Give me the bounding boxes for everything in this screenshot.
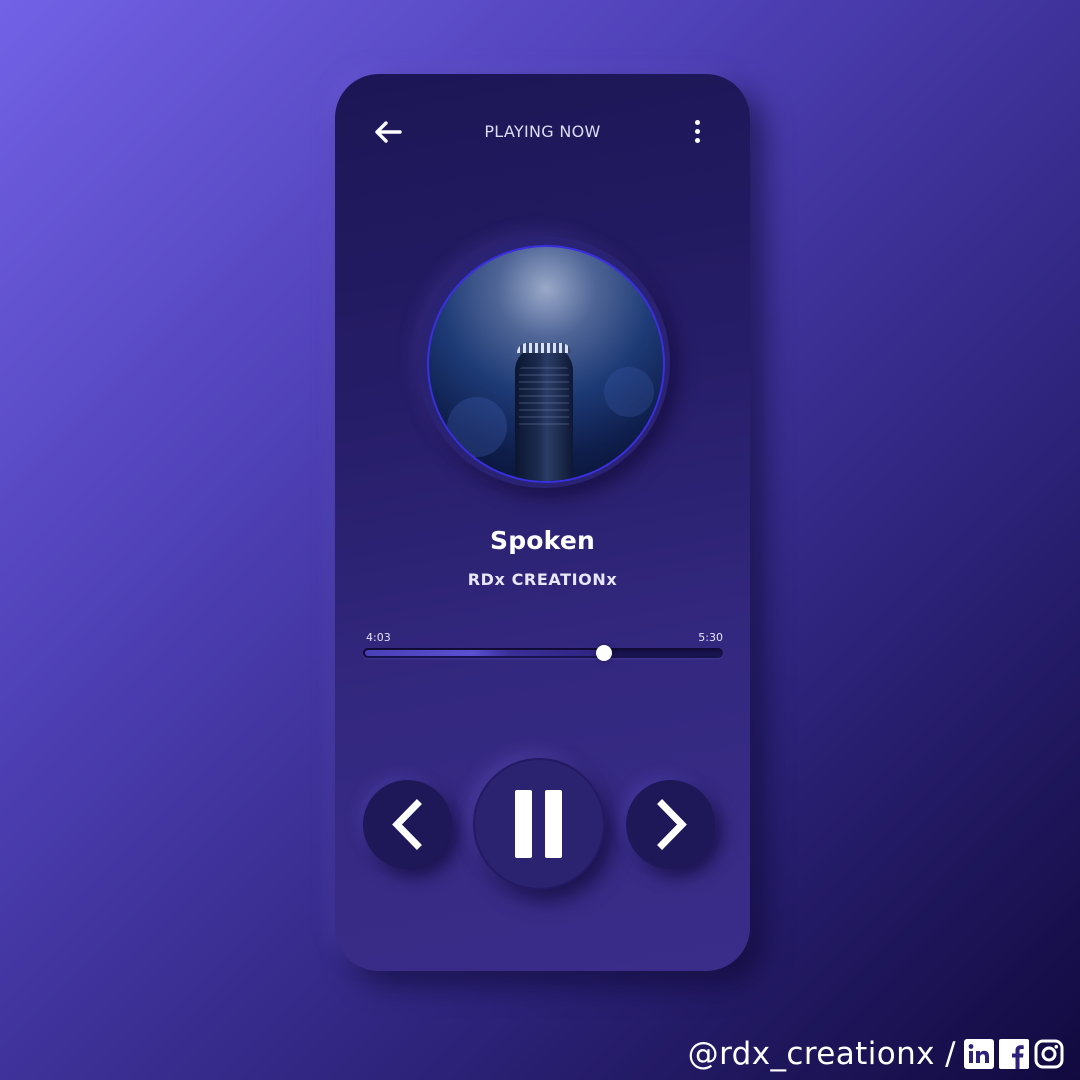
previous-button[interactable] [363, 780, 452, 869]
progress-fill [365, 650, 604, 656]
facebook-icon[interactable] [999, 1039, 1029, 1069]
song-title: Spoken [490, 526, 595, 555]
chevron-right-icon [657, 799, 687, 850]
current-time: 4:03 [366, 631, 391, 644]
next-button[interactable] [626, 780, 715, 869]
progress-thumb[interactable] [596, 645, 612, 661]
album-art [427, 245, 665, 483]
instagram-icon[interactable] [1034, 1039, 1064, 1069]
linkedin-icon[interactable] [964, 1039, 994, 1069]
page-title: PLAYING NOW [484, 122, 601, 141]
player-screen: PLAYING NOW Spoken RDx CREATIONx 4:03 5:… [335, 74, 750, 971]
chevron-left-icon [392, 799, 422, 850]
creator-credit: @rdx_creationx / [688, 1036, 1064, 1072]
more-vertical-icon [691, 120, 703, 143]
social-links [964, 1039, 1064, 1069]
pause-button[interactable] [473, 758, 605, 890]
more-options-button[interactable] [691, 120, 703, 146]
creator-handle: @rdx_creationx / [687, 1036, 956, 1072]
total-time: 5:30 [698, 631, 723, 644]
artist-name: RDx CREATIONx [467, 570, 618, 589]
progress-slider[interactable] [363, 645, 723, 661]
